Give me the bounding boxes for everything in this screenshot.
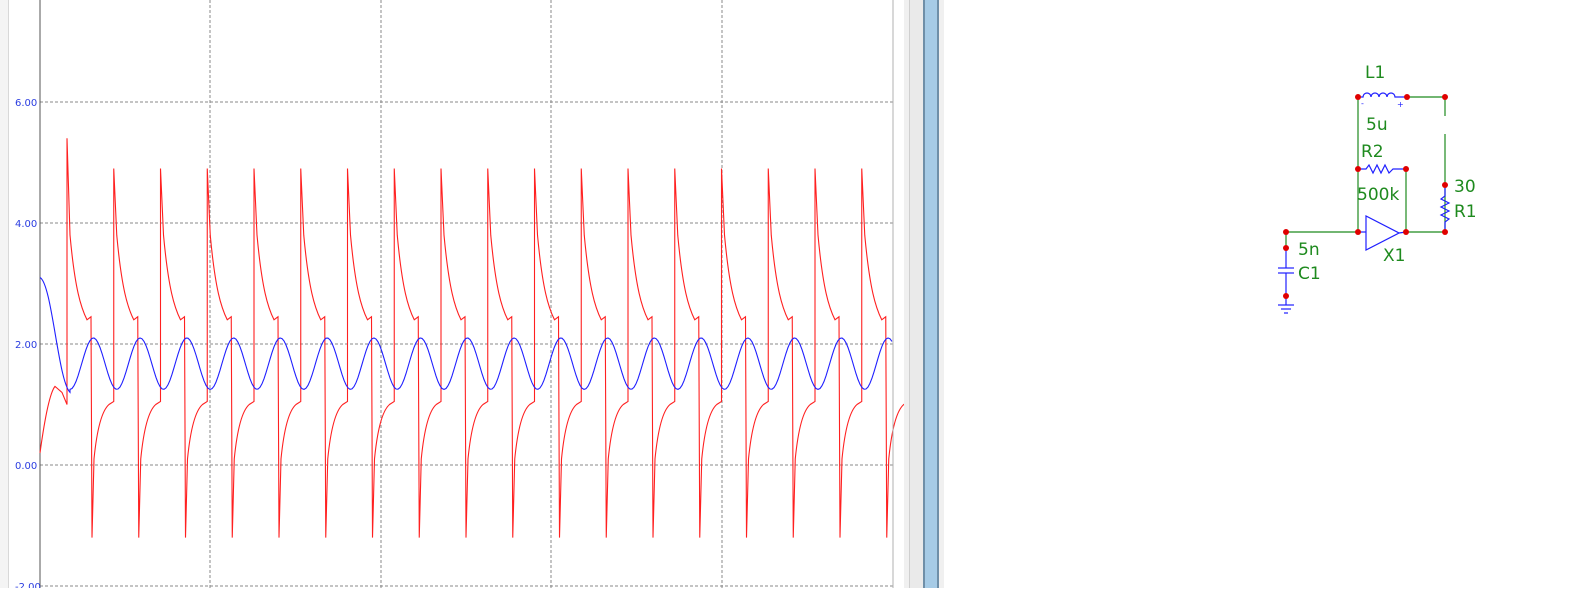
label-r2-value: 500k xyxy=(1357,185,1399,205)
inductor-l1-icon xyxy=(1358,92,1407,98)
y-tick-labels: 6.00 4.00 2.00 0.00 -2.00 xyxy=(15,98,41,588)
label-l1: L1 xyxy=(1365,63,1385,83)
y-tick-label: 2.00 xyxy=(15,340,37,351)
label-r1: R1 xyxy=(1454,202,1477,222)
y-tick-label: 0.00 xyxy=(15,461,37,472)
label-l1-value: 5u xyxy=(1366,115,1388,135)
waveform-plot-panel[interactable]: 6.00 4.00 2.00 0.00 -2.00 xyxy=(0,0,904,588)
label-c1: C1 xyxy=(1298,264,1321,284)
waveform-chart: 6.00 4.00 2.00 0.00 -2.00 xyxy=(15,0,904,588)
schematic-canvas: - + L1 5u R2 500k 30 R1 5n C1 X1 xyxy=(1278,63,1477,314)
inductor-minus-mark: - xyxy=(1361,99,1364,108)
schematic-panel[interactable]: - + L1 5u R2 500k 30 R1 5n C1 X1 xyxy=(944,0,1576,588)
label-c1-value: 5n xyxy=(1298,240,1320,260)
y-tick-label: -2.00 xyxy=(15,582,41,588)
splitter-handle[interactable] xyxy=(923,0,939,588)
inductor-plus-mark: + xyxy=(1397,100,1404,109)
y-tick-label: 6.00 xyxy=(15,98,37,109)
label-r1-value: 30 xyxy=(1454,177,1476,197)
series-blue-line xyxy=(39,276,893,394)
y-tick-label: 4.00 xyxy=(15,219,37,230)
series-group xyxy=(39,138,904,538)
buffer-x1-icon xyxy=(1365,215,1401,251)
resistor-r2-icon xyxy=(1358,163,1406,175)
label-x1: X1 xyxy=(1383,246,1405,266)
panel-splitter[interactable] xyxy=(904,0,944,588)
label-r2: R2 xyxy=(1361,142,1384,162)
splitter-gap xyxy=(909,0,923,588)
series-red-line xyxy=(39,138,904,538)
polarity-marks: - + xyxy=(1361,99,1404,109)
